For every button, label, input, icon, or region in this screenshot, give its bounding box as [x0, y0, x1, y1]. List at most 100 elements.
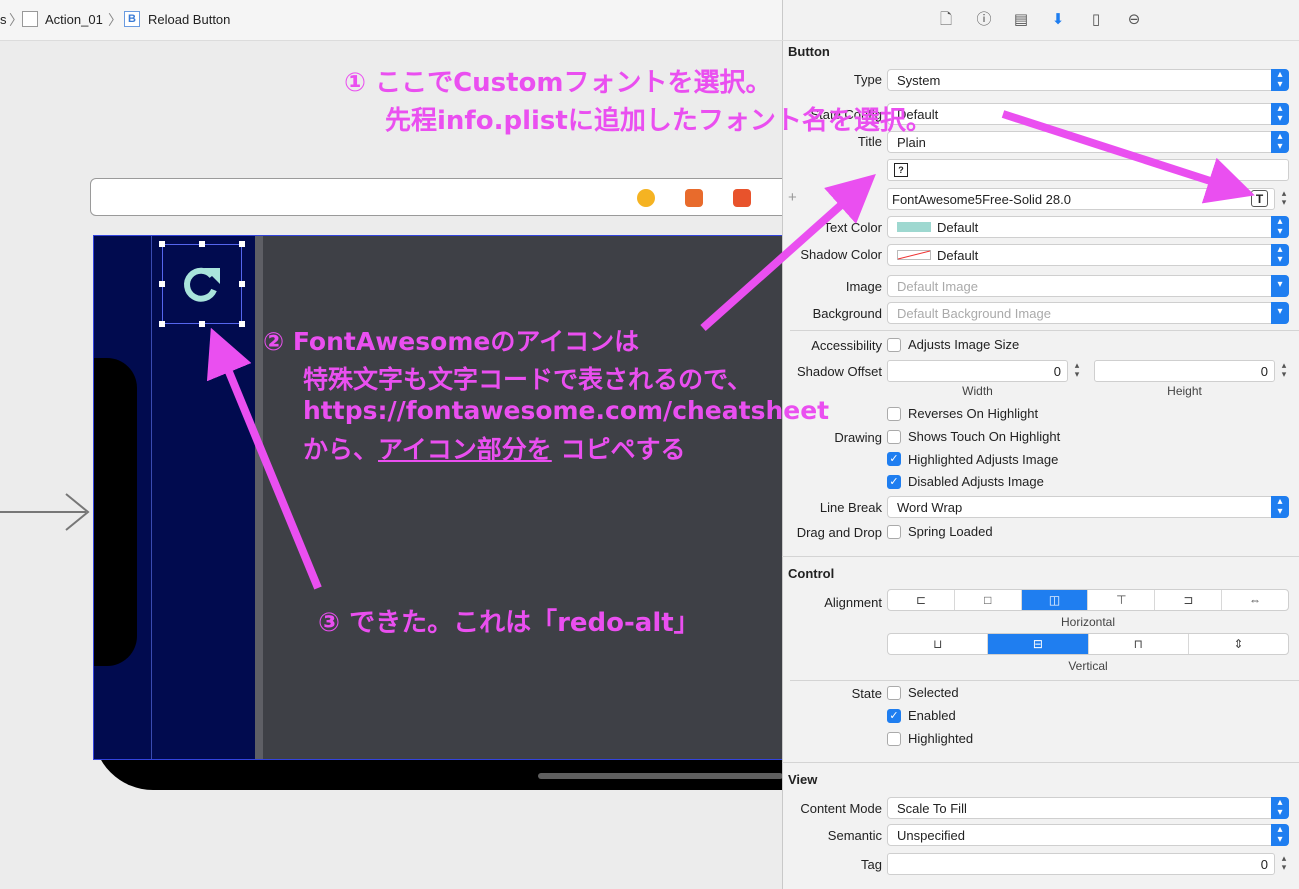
- resize-handle[interactable]: [159, 321, 165, 327]
- background-placeholder: Default Background Image: [897, 306, 1051, 321]
- reverses-on-highlight-checkbox[interactable]: [887, 407, 901, 421]
- enabled-checkbox[interactable]: ✓: [887, 709, 901, 723]
- tag-field[interactable]: 0: [887, 853, 1275, 875]
- chevron-down-icon: ▾: [1271, 275, 1289, 297]
- title-value: Plain: [897, 135, 926, 150]
- adjusts-image-size-label: Adjusts Image Size: [908, 337, 1020, 352]
- selected-label: Selected: [908, 685, 959, 700]
- shadow-offset-height-field[interactable]: 0: [1094, 360, 1275, 382]
- selected-checkbox[interactable]: [887, 686, 901, 700]
- drawing-label: Drawing: [834, 430, 882, 445]
- text-color-label: Text Color: [823, 220, 882, 235]
- attributes-icon[interactable]: ⬇: [1048, 10, 1068, 30]
- state-config-popup[interactable]: Default ▴ ▾: [887, 103, 1289, 125]
- disabled-adjusts-checkbox[interactable]: ✓: [887, 475, 901, 489]
- annotation-2-line-2: 特殊文字も文字コードで表されるので、: [303, 365, 753, 394]
- align-fill-vertical-icon[interactable]: ⇕: [1189, 634, 1288, 654]
- content-mode-popup[interactable]: Scale To Fill ▴ ▾: [887, 797, 1289, 819]
- semantic-popup[interactable]: Unspecified ▴ ▾: [887, 824, 1289, 846]
- highlighted-checkbox[interactable]: [887, 732, 901, 746]
- reverses-on-highlight-label: Reverses On Highlight: [908, 406, 1039, 421]
- section-title-button: Button: [788, 44, 830, 59]
- first-responder-icon[interactable]: [637, 189, 655, 207]
- align-bottom-icon[interactable]: ⊓: [1089, 634, 1189, 654]
- divider: [782, 556, 1299, 557]
- chevron-updown-icon: ▴ ▾: [1271, 244, 1289, 266]
- background-combo[interactable]: Default Background Image ▾: [887, 302, 1289, 324]
- breadcrumb-item-reload-button[interactable]: Reload Button: [148, 12, 230, 27]
- horizontal-alignment-control[interactable]: ⊏ □ ◫ ⊤ ⊐ ⇔: [887, 589, 1289, 611]
- height-stepper[interactable]: ▴ ▾: [1278, 361, 1290, 381]
- background-label: Background: [812, 306, 882, 321]
- vertical-alignment-control[interactable]: ⊔ ⊟ ⊓ ⇕: [887, 633, 1289, 655]
- title-text-value: ?: [894, 163, 908, 177]
- align-center-icon[interactable]: □: [955, 590, 1022, 610]
- drag-drop-label: Drag and Drop: [796, 525, 882, 540]
- align-left-icon[interactable]: ⊏: [888, 590, 955, 610]
- semantic-label: Semantic: [827, 828, 882, 843]
- size-icon[interactable]: ▯: [1086, 10, 1106, 30]
- chevron-updown-icon: ▴ ▾: [1271, 496, 1289, 518]
- chevron-updown-icon: ▴ ▾: [1271, 797, 1289, 819]
- adjusts-image-size-checkbox[interactable]: [887, 338, 901, 352]
- cube-icon[interactable]: [685, 189, 703, 207]
- align-fill-icon[interactable]: ◫: [1021, 590, 1089, 610]
- highlighted-adjusts-checkbox[interactable]: ✓: [887, 452, 901, 466]
- chevron-updown-icon: ▴ ▾: [1271, 824, 1289, 846]
- highlighted-adjusts-label: Highlighted Adjusts Image: [908, 452, 1059, 467]
- annotation-2-line-4a: から、: [303, 435, 379, 464]
- shows-touch-checkbox[interactable]: [887, 430, 901, 444]
- add-variation-icon[interactable]: +: [788, 189, 797, 206]
- identity-icon[interactable]: ▤: [1011, 10, 1031, 30]
- exit-icon[interactable]: [733, 189, 751, 207]
- chevron-updown-icon: ▴ ▾: [1271, 103, 1289, 125]
- font-picker-icon[interactable]: T: [1251, 190, 1268, 207]
- tag-value: 0: [1260, 857, 1268, 872]
- align-top-icon[interactable]: ⊔: [888, 634, 989, 654]
- horizontal-caption: Horizontal: [1060, 615, 1116, 629]
- width-stepper[interactable]: ▴ ▾: [1071, 361, 1083, 381]
- line-break-popup[interactable]: Word Wrap ▴ ▾: [887, 496, 1289, 518]
- vertical-caption: Vertical: [1068, 659, 1108, 673]
- resize-handle[interactable]: [159, 281, 165, 287]
- align-stretch-icon[interactable]: ⇔: [1222, 590, 1288, 610]
- breadcrumb-item-action[interactable]: Action_01: [45, 12, 103, 27]
- text-color-value: Default: [937, 220, 979, 235]
- shadow-color-popup[interactable]: Default ▴ ▾: [887, 244, 1289, 266]
- annotation-2-line-4: から、アイコン部分を コピペする: [303, 430, 686, 466]
- resize-handle[interactable]: [239, 321, 245, 327]
- font-size-stepper[interactable]: ▴ ▾: [1278, 189, 1290, 209]
- image-placeholder: Default Image: [897, 279, 978, 294]
- line-break-value: Word Wrap: [897, 500, 963, 515]
- align-right-icon[interactable]: ⊐: [1155, 590, 1223, 610]
- align-middle-icon[interactable]: ⊟: [988, 634, 1089, 654]
- shadow-offset-height-value: 0: [1260, 364, 1268, 379]
- title-popup[interactable]: Plain ▴ ▾: [887, 131, 1289, 153]
- file-icon[interactable]: 🗋: [936, 10, 956, 30]
- no-color-swatch: [897, 250, 931, 260]
- help-icon[interactable]: ⓘ: [974, 10, 994, 30]
- image-combo[interactable]: Default Image ▾: [887, 275, 1289, 297]
- spring-loaded-checkbox[interactable]: [887, 525, 901, 539]
- align-text-icon[interactable]: ⊤: [1088, 590, 1156, 610]
- title-text-field[interactable]: ?: [887, 159, 1289, 181]
- alignment-label: Alignment: [824, 595, 882, 610]
- type-popup[interactable]: System ▴ ▾: [887, 69, 1289, 91]
- resize-handle[interactable]: [199, 321, 205, 327]
- resize-handle[interactable]: [199, 241, 205, 247]
- tag-stepper[interactable]: ▴ ▾: [1278, 854, 1290, 874]
- resize-handle[interactable]: [159, 241, 165, 247]
- connections-icon[interactable]: ⊖: [1124, 10, 1144, 30]
- shadow-offset-width-field[interactable]: 0: [887, 360, 1068, 382]
- text-color-popup[interactable]: Default ▴ ▾: [887, 216, 1289, 238]
- shadow-color-label: Shadow Color: [800, 247, 882, 262]
- disabled-adjusts-label: Disabled Adjusts Image: [908, 474, 1044, 489]
- breadcrumb: s 〉 Action_01 〉 B Reload Button: [0, 0, 782, 41]
- resize-handle[interactable]: [239, 281, 245, 287]
- font-field[interactable]: FontAwesome5Free-Solid 28.0 T: [887, 188, 1275, 210]
- height-caption: Height: [1167, 384, 1202, 398]
- resize-handle[interactable]: [239, 241, 245, 247]
- scene-dock[interactable]: [90, 178, 790, 216]
- breadcrumb-partial[interactable]: s: [0, 12, 7, 27]
- spring-loaded-label: Spring Loaded: [908, 524, 993, 539]
